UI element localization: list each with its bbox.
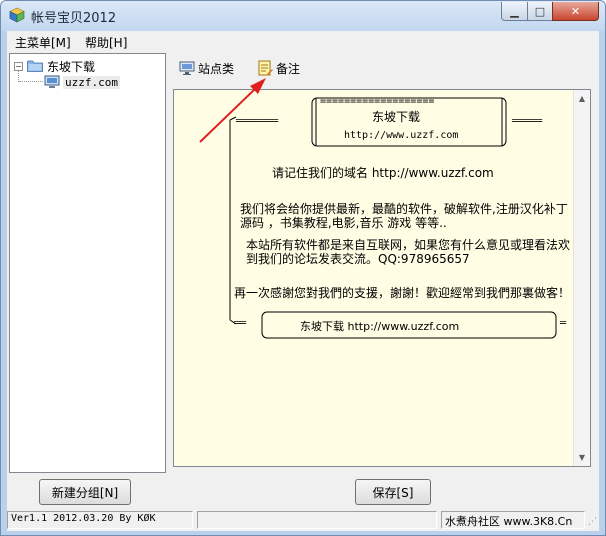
close-icon: ✕ bbox=[570, 4, 581, 18]
title-bar[interactable]: 帐号宝贝2012 ▁ □ ✕ bbox=[1, 1, 605, 31]
menu-bar: 主菜单[M] 帮助[H] bbox=[7, 31, 599, 51]
app-window: 帐号宝贝2012 ▁ □ ✕ 主菜单[M] 帮助[H] − 东坡下载 uzzf.… bbox=[0, 0, 606, 536]
right-bar: ═════ bbox=[512, 116, 543, 127]
collapse-icon[interactable]: − bbox=[14, 61, 23, 71]
status-version: Ver1.1 2012.03.20 By KØK bbox=[7, 511, 193, 529]
notepad-icon bbox=[258, 60, 273, 76]
remember-line: 请记住我们的域名 http://www.uzzf.com bbox=[272, 166, 494, 180]
folder-icon bbox=[27, 60, 43, 72]
sites-tab[interactable]: 站点类 bbox=[179, 59, 234, 77]
intro-line-4: 到我们的论坛发表交流。QQ:978965657 bbox=[246, 252, 470, 266]
detail-panel: 站点类 备注 =================== 东坡下载 http://w… bbox=[169, 53, 597, 473]
minimize-icon: ▁ bbox=[510, 4, 519, 18]
status-middle bbox=[197, 511, 437, 529]
tree-connector-line bbox=[19, 81, 43, 82]
status-community: 水煮舟社区 www.3K8.Cn bbox=[441, 511, 585, 529]
notes-tab-label: 备注 bbox=[276, 61, 301, 76]
resize-grip-icon[interactable]: ⋰ bbox=[588, 517, 597, 527]
scroll-down-icon[interactable]: ▼ bbox=[574, 449, 590, 466]
url-top: http://www.uzzf.com bbox=[344, 130, 459, 141]
menu-help[interactable]: 帮助[H] bbox=[85, 34, 127, 51]
save-button[interactable]: 保存[S] bbox=[355, 479, 431, 505]
thanks-line: 再一次感謝您對我們的支援，謝謝！歡迎經常到我們那裏做客！ bbox=[234, 286, 571, 300]
ascii-frame bbox=[229, 97, 557, 339]
maximize-icon: □ bbox=[534, 4, 546, 18]
notes-text: =================== 东坡下载 http://www.uzzf… bbox=[174, 90, 572, 466]
notes-textarea[interactable]: =================== 东坡下载 http://www.uzzf… bbox=[173, 89, 591, 467]
brand-top: 东坡下载 bbox=[372, 110, 421, 124]
status-bar: Ver1.1 2012.03.20 By KØK 水煮舟社区 www.3K8.C… bbox=[7, 511, 599, 529]
tree-node-root[interactable]: − 东坡下载 bbox=[14, 58, 95, 74]
group-tree[interactable]: − 东坡下载 uzzf.com bbox=[9, 53, 166, 473]
tree-site-label: uzzf.com bbox=[63, 75, 120, 89]
bottom-right-bar: ═ bbox=[560, 318, 567, 329]
sites-tab-label: 站点类 bbox=[198, 61, 235, 76]
close-button[interactable]: ✕ bbox=[552, 2, 599, 21]
app-cube-icon bbox=[9, 7, 25, 23]
monitor-icon bbox=[179, 61, 195, 75]
window-title: 帐号宝贝2012 bbox=[31, 11, 117, 26]
minimize-button[interactable]: ▁ bbox=[501, 2, 528, 21]
top-rule: =================== bbox=[320, 96, 435, 107]
tree-root-label: 东坡下载 bbox=[47, 59, 96, 74]
new-group-button[interactable]: 新建分组[N] bbox=[39, 479, 131, 505]
notes-scrollbar[interactable]: ▲ ▼ bbox=[573, 90, 590, 466]
tree-node-site[interactable]: uzzf.com bbox=[44, 74, 120, 90]
intro-line-2: 源码 ，书集教程,电影,音乐 游戏 等等.. bbox=[240, 216, 447, 230]
computer-icon bbox=[44, 75, 60, 88]
scroll-up-icon[interactable]: ▲ bbox=[574, 90, 590, 107]
notes-tab[interactable]: 备注 bbox=[257, 59, 300, 77]
toolbar: 站点类 备注 bbox=[169, 53, 597, 83]
menu-main[interactable]: 主菜单[M] bbox=[15, 34, 71, 51]
left-bar: ═══════ bbox=[236, 116, 279, 127]
maximize-button[interactable]: □ bbox=[527, 2, 553, 21]
client-area: 主菜单[M] 帮助[H] − 东坡下载 uzzf.com 站点类 备注 ====… bbox=[7, 31, 599, 531]
bottom-text: 东坡下载 http://www.uzzf.com bbox=[300, 320, 460, 333]
bottom-left-bar: ══ bbox=[234, 318, 247, 329]
